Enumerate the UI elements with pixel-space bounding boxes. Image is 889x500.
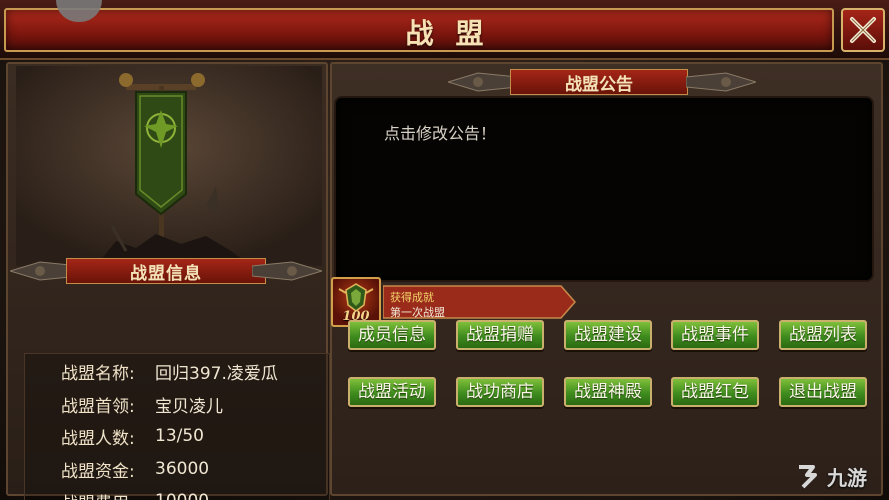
- info-value: 回归397.凌爱瓜: [155, 363, 278, 384]
- guild-banner-icon: [16, 66, 322, 266]
- info-row-leader: 战盟首领: 宝贝凌儿: [25, 389, 325, 419]
- info-key: 战盟首领:: [61, 396, 135, 417]
- notice-title-ribbon: 战盟公告: [510, 69, 688, 95]
- info-key: 战盟人数:: [61, 428, 135, 449]
- watermark-text: 九游: [827, 465, 867, 490]
- info-value: 36000: [155, 459, 210, 479]
- merit-shop-button[interactable]: 战功商店: [456, 377, 544, 407]
- leave-guild-button[interactable]: 退出战盟: [779, 377, 867, 407]
- guild-screen: 战盟 战盟名称: 回归397.凌爱瓜 战盟首领: 宝贝凌儿 战盟人数: 13/5…: [0, 0, 889, 500]
- info-row-name: 战盟名称: 回归397.凌爱瓜: [25, 356, 325, 386]
- header: 战盟: [0, 0, 889, 60]
- guild-info-list: 战盟名称: 回归397.凌爱瓜 战盟首领: 宝贝凌儿 战盟人数: 13/50 战…: [24, 353, 330, 500]
- guild-donate-button[interactable]: 战盟捐赠: [456, 320, 544, 350]
- info-value: 10000: [155, 491, 209, 500]
- guild-build-button[interactable]: 战盟建设: [564, 320, 652, 350]
- page-title: 战盟: [405, 17, 506, 50]
- close-button[interactable]: [841, 8, 885, 52]
- wing-ornament-icon: [448, 72, 518, 92]
- info-title: 战盟信息: [130, 263, 202, 284]
- achievement-name: 第一次战盟: [390, 306, 445, 319]
- achievement-label: 获得成就: [390, 291, 434, 304]
- guild-redpacket-button[interactable]: 战盟红包: [671, 377, 759, 407]
- info-title-bar: 战盟信息: [6, 258, 326, 286]
- info-key: 战盟资金:: [61, 461, 135, 482]
- info-row-funds: 战盟资金: 36000: [25, 454, 325, 484]
- info-key: 战盟名称:: [61, 363, 135, 384]
- info-value: 宝贝凌儿: [155, 396, 223, 417]
- info-key: 战盟费用:: [61, 489, 153, 500]
- wing-ornament-icon: [686, 72, 756, 92]
- notice-text[interactable]: 点击修改公告！: [384, 120, 496, 144]
- info-row-fee: 战盟费用: 10000: [25, 486, 325, 500]
- guild-temple-button[interactable]: 战盟神殿: [564, 377, 652, 407]
- member-info-button[interactable]: 成员信息: [348, 320, 436, 350]
- guild-activity-button[interactable]: 战盟活动: [348, 377, 436, 407]
- guild-events-button[interactable]: 战盟事件: [671, 320, 759, 350]
- notice-title: 战盟公告: [565, 74, 633, 95]
- info-row-members: 战盟人数: 13/50: [25, 421, 325, 451]
- watermark: 九游: [793, 458, 885, 494]
- info-title-ribbon: 战盟信息: [66, 258, 266, 284]
- guild-list-button[interactable]: 战盟列表: [779, 320, 867, 350]
- notice-title-bar: 战盟公告: [448, 67, 868, 97]
- jiuyou-logo-icon: [799, 465, 817, 489]
- info-value: 13/50: [155, 426, 204, 446]
- wing-ornament-icon: [252, 261, 322, 281]
- close-x-icon: [850, 17, 876, 43]
